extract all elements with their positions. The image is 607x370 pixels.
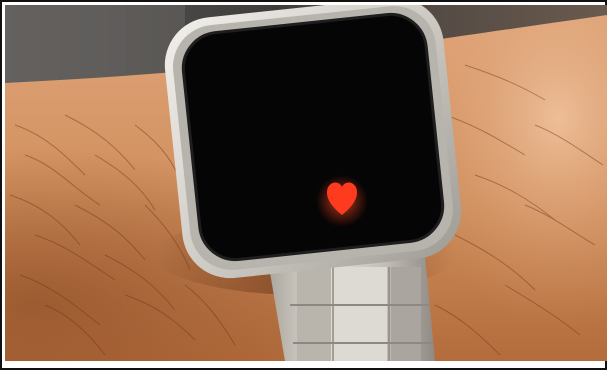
- watch-screen: [183, 14, 443, 260]
- photo-frame: [0, 0, 607, 370]
- watch-photo: [5, 5, 607, 361]
- watch-scene: [5, 5, 607, 361]
